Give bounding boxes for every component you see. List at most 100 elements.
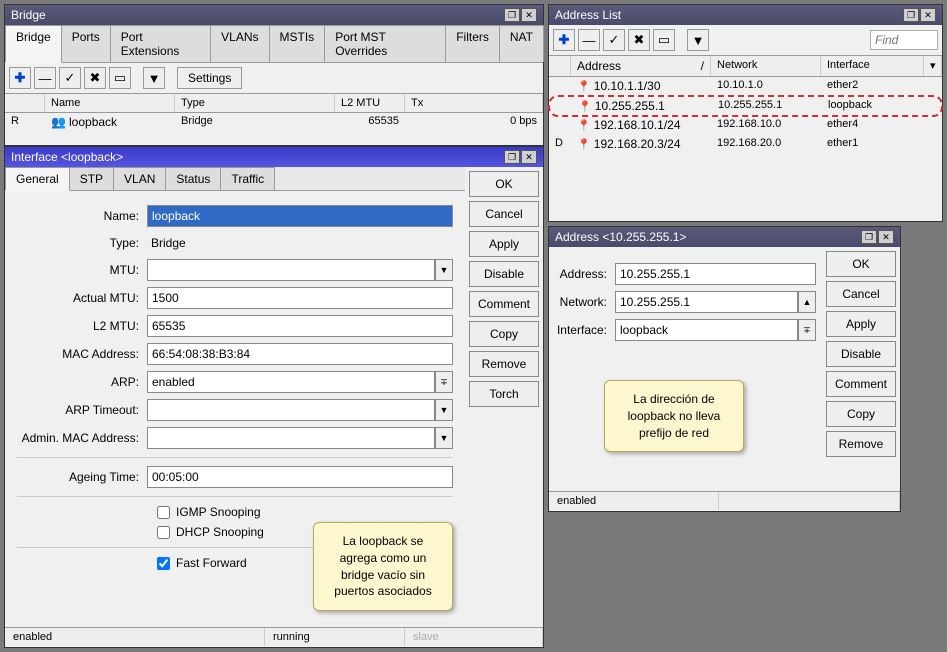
col-flag[interactable]: [5, 94, 45, 112]
tab-status[interactable]: Status: [165, 167, 221, 190]
tab-ports[interactable]: Ports: [61, 25, 111, 62]
pin-icon: 📍: [577, 81, 591, 93]
tab-general[interactable]: General: [5, 167, 70, 191]
ok-button[interactable]: OK: [469, 171, 539, 197]
chevron-updown-icon[interactable]: ∓: [435, 371, 453, 393]
disable-button[interactable]: ✖: [84, 67, 106, 89]
chevron-updown-icon[interactable]: ∓: [798, 319, 816, 341]
igmp-checkbox[interactable]: [157, 506, 170, 519]
filter-icon[interactable]: ▼: [143, 67, 165, 89]
address-side-buttons: OK Cancel Apply Disable Comment Copy Rem…: [822, 247, 900, 491]
add-button[interactable]: ✚: [9, 67, 31, 89]
remove-button[interactable]: Remove: [826, 431, 896, 457]
comment-button[interactable]: Comment: [826, 371, 896, 397]
copy-button[interactable]: Copy: [469, 321, 539, 347]
table-row[interactable]: 📍 10.10.1.1/30 10.10.1.0 ether2: [549, 77, 942, 96]
actual-mtu-field[interactable]: [147, 287, 453, 309]
table-row[interactable]: 📍 192.168.10.1/24 192.168.10.0 ether4: [549, 116, 942, 135]
mtu-field[interactable]: [147, 259, 435, 281]
l2mtu-field[interactable]: [147, 315, 453, 337]
address-list-title: Address List: [555, 8, 621, 22]
close-icon[interactable]: ✕: [878, 230, 894, 244]
tab-port-mst-overrides[interactable]: Port MST Overrides: [324, 25, 446, 62]
admin-mac-field[interactable]: [147, 427, 435, 449]
filter-icon[interactable]: ▼: [687, 29, 709, 51]
chevron-up-icon[interactable]: ▲: [798, 291, 816, 313]
cancel-button[interactable]: Cancel: [826, 281, 896, 307]
cancel-button[interactable]: Cancel: [469, 201, 539, 227]
col-more[interactable]: ▾: [924, 56, 942, 76]
pin-icon: 📍: [578, 101, 592, 113]
col-interface[interactable]: Interface: [821, 56, 924, 76]
tab-vlans[interactable]: VLANs: [210, 25, 269, 62]
label-address: Address:: [555, 267, 615, 281]
label-fast: Fast Forward: [176, 556, 247, 570]
disable-button[interactable]: ✖: [628, 29, 650, 51]
tab-filters[interactable]: Filters: [445, 25, 500, 62]
tab-stp[interactable]: STP: [69, 167, 114, 190]
close-icon[interactable]: ✕: [521, 150, 537, 164]
col-tx[interactable]: Tx: [405, 94, 543, 112]
arp-timeout-field[interactable]: [147, 399, 435, 421]
col-name[interactable]: Name: [45, 94, 175, 112]
tab-bridge[interactable]: Bridge: [5, 25, 62, 63]
tab-traffic[interactable]: Traffic: [220, 167, 275, 190]
table-row[interactable]: R 👥 loopback Bridge 65535 0 bps: [5, 113, 543, 132]
chevron-down-icon[interactable]: ▼: [435, 427, 453, 449]
name-field[interactable]: [147, 205, 453, 227]
restore-icon[interactable]: ❐: [504, 150, 520, 164]
comment-button[interactable]: ▭: [109, 67, 131, 89]
col-type[interactable]: Type: [175, 94, 335, 112]
chevron-down-icon[interactable]: ▼: [435, 259, 453, 281]
close-icon[interactable]: ✕: [920, 8, 936, 22]
network-field[interactable]: [615, 291, 798, 313]
dhcp-checkbox[interactable]: [157, 526, 170, 539]
separator: [678, 29, 684, 51]
apply-button[interactable]: Apply: [469, 231, 539, 257]
disable-button[interactable]: Disable: [469, 261, 539, 287]
table-row-highlighted[interactable]: 📍 10.255.255.1 10.255.255.1 loopback: [548, 95, 943, 117]
comment-button[interactable]: Comment: [469, 291, 539, 317]
interface-tabs: General STP VLAN Status Traffic: [5, 167, 465, 191]
interface-field[interactable]: [615, 319, 798, 341]
add-button[interactable]: ✚: [553, 29, 575, 51]
apply-button[interactable]: Apply: [826, 311, 896, 337]
settings-button[interactable]: Settings: [177, 67, 242, 89]
disable-button[interactable]: Disable: [826, 341, 896, 367]
fast-forward-checkbox[interactable]: [157, 557, 170, 570]
restore-icon[interactable]: ❐: [903, 8, 919, 22]
col-l2mtu[interactable]: L2 MTU: [335, 94, 405, 112]
tab-vlan[interactable]: VLAN: [113, 167, 166, 190]
ageing-field[interactable]: [147, 466, 453, 488]
torch-button[interactable]: Torch: [469, 381, 539, 407]
pin-icon: 📍: [577, 120, 591, 132]
tab-port-extensions[interactable]: Port Extensions: [110, 25, 211, 62]
comment-button[interactable]: ▭: [653, 29, 675, 51]
address-window: Address <10.255.255.1> ❐ ✕ Address: Netw…: [548, 226, 901, 512]
remove-button[interactable]: Remove: [469, 351, 539, 377]
restore-icon[interactable]: ❐: [861, 230, 877, 244]
close-icon[interactable]: ✕: [521, 8, 537, 22]
col-network[interactable]: Network: [711, 56, 821, 76]
tab-mstis[interactable]: MSTIs: [269, 25, 326, 62]
copy-button[interactable]: Copy: [826, 401, 896, 427]
arp-field[interactable]: [147, 371, 435, 393]
col-address[interactable]: Address/: [571, 56, 711, 76]
chevron-down-icon[interactable]: ▼: [435, 399, 453, 421]
restore-icon[interactable]: ❐: [504, 8, 520, 22]
label-l2mtu: L2 MTU:: [17, 319, 147, 333]
table-row[interactable]: D 📍 192.168.20.3/24 192.168.20.0 ether1: [549, 135, 942, 154]
type-field: [147, 233, 453, 253]
status-enabled: enabled: [5, 628, 265, 646]
mac-field[interactable]: [147, 343, 453, 365]
find-input[interactable]: [870, 30, 938, 50]
tab-nat[interactable]: NAT: [499, 25, 544, 62]
enable-button[interactable]: ✓: [59, 67, 81, 89]
remove-button[interactable]: —: [34, 67, 56, 89]
remove-button[interactable]: —: [578, 29, 600, 51]
address-field[interactable]: [615, 263, 816, 285]
enable-button[interactable]: ✓: [603, 29, 625, 51]
col-flag[interactable]: [549, 56, 571, 76]
address-status-bar: enabled: [549, 491, 900, 510]
ok-button[interactable]: OK: [826, 251, 896, 277]
